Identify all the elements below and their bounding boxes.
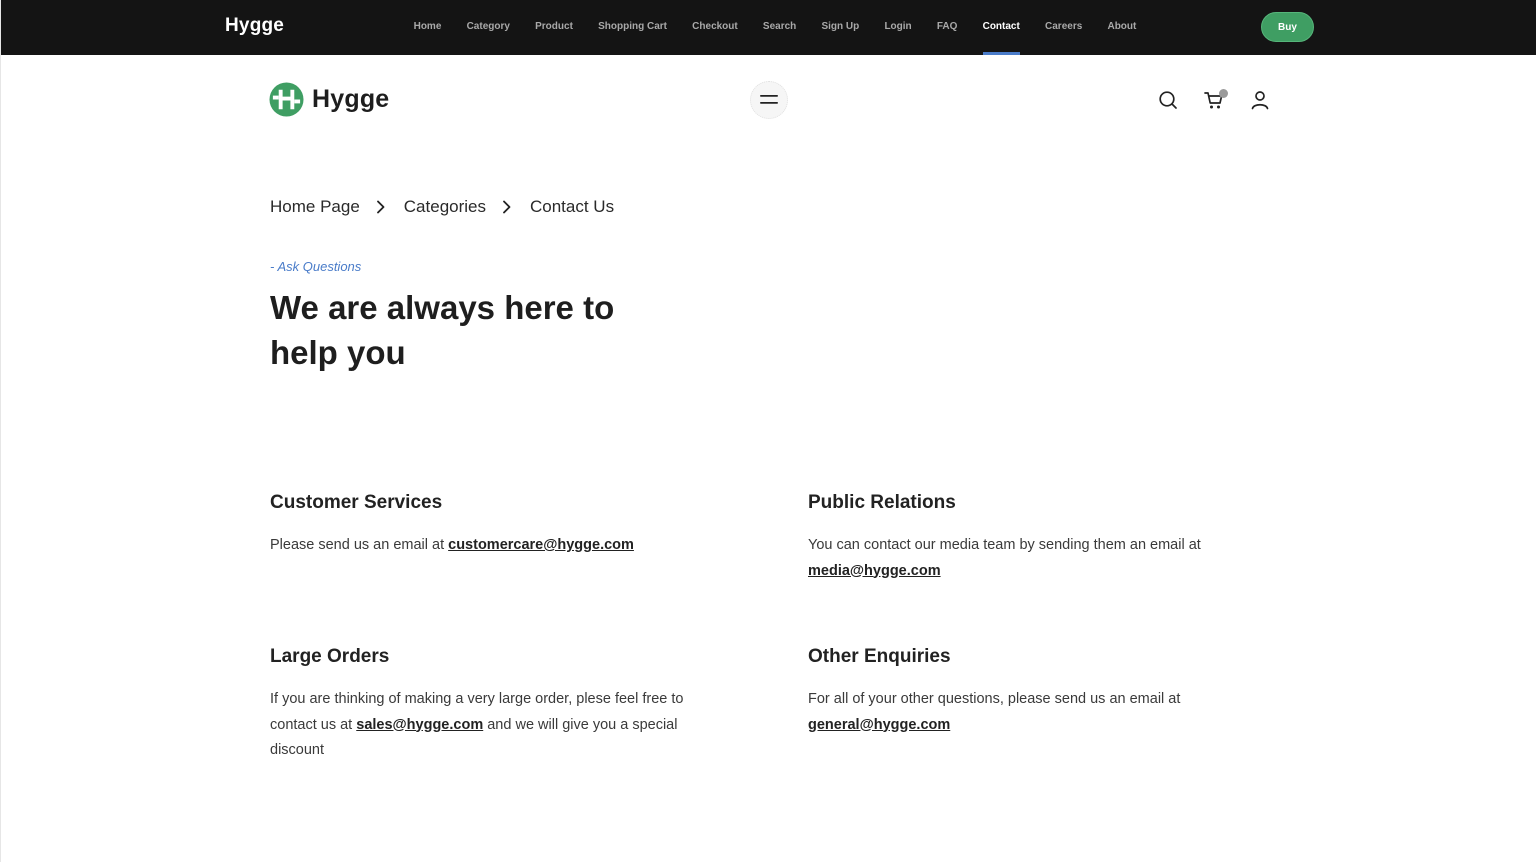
hamburger-menu-button[interactable] [750,81,788,119]
block-text: Please send us an email at customercare@… [270,533,730,559]
top-navbar: Hygge Home Category Product Shopping Car… [1,0,1536,55]
eyebrow-label: - Ask Questions [270,259,362,274]
buy-button[interactable]: Buy [1261,12,1314,42]
nav-home[interactable]: Home [414,0,442,55]
block-text-lead: You can contact our media team by sendin… [808,537,1201,553]
nav-checkout[interactable]: Checkout [692,0,738,55]
search-icon[interactable] [1157,89,1179,111]
top-logo[interactable]: Hygge [225,15,284,37]
breadcrumb-home[interactable]: Home Page [270,197,360,217]
block-title: Large Orders [270,646,390,667]
sales-email-link[interactable]: sales@hygge.com [356,717,483,733]
nav-sign-up[interactable]: Sign Up [821,0,859,55]
block-text: For all of your other questions, please … [808,687,1278,738]
brand-name: Hygge [312,85,390,113]
hamburger-menu-icon [760,95,778,104]
other-enquiries-block: Other Enquiries For all of your other qu… [808,646,1278,738]
page-title: We are always here to help you [270,289,615,371]
customer-services-block: Customer Services Please send us an emai… [270,492,730,559]
general-email-link[interactable]: general@hygge.com [808,717,950,733]
breadcrumb: Home Page Categories Contact Us [270,197,614,217]
nav-about[interactable]: About [1107,0,1136,55]
nav-contact[interactable]: Contact [982,0,1021,55]
nav-search[interactable]: Search [763,0,796,55]
cart-badge [1219,89,1228,98]
block-text: You can contact our media team by sendin… [808,533,1278,584]
nav-product[interactable]: Product [535,0,573,55]
breadcrumb-categories[interactable]: Categories [404,197,486,217]
top-nav: Home Category Product Shopping Cart Chec… [401,0,1149,55]
nav-careers[interactable]: Careers [1045,0,1082,55]
nav-shopping-cart[interactable]: Shopping Cart [598,0,667,55]
block-text-lead: For all of your other questions, please … [808,691,1181,707]
user-icon[interactable] [1249,89,1271,111]
block-title: Customer Services [270,492,443,513]
public-relations-block: Public Relations You can contact our med… [808,492,1278,584]
large-orders-block: Large Orders If you are thinking of maki… [270,646,720,764]
breadcrumb-current: Contact Us [530,197,615,216]
chevron-right-icon [376,200,385,214]
brand[interactable]: Hygge [269,82,389,117]
nav-category[interactable]: Category [467,0,510,55]
nav-login[interactable]: Login [884,0,911,55]
nav-faq[interactable]: FAQ [937,0,958,55]
block-title: Public Relations [808,492,956,513]
chevron-right-icon [503,200,511,214]
block-text-lead: Please send us an email at [270,537,449,553]
block-title: Other Enquiries [808,646,951,667]
hygge-logo-icon [269,82,304,117]
page-border [0,0,1,862]
media-email-link[interactable]: media@hygge.com [808,563,941,579]
customercare-email-link[interactable]: customercare@hygge.com [448,537,634,553]
block-text: If you are thinking of making a very lar… [270,687,720,764]
